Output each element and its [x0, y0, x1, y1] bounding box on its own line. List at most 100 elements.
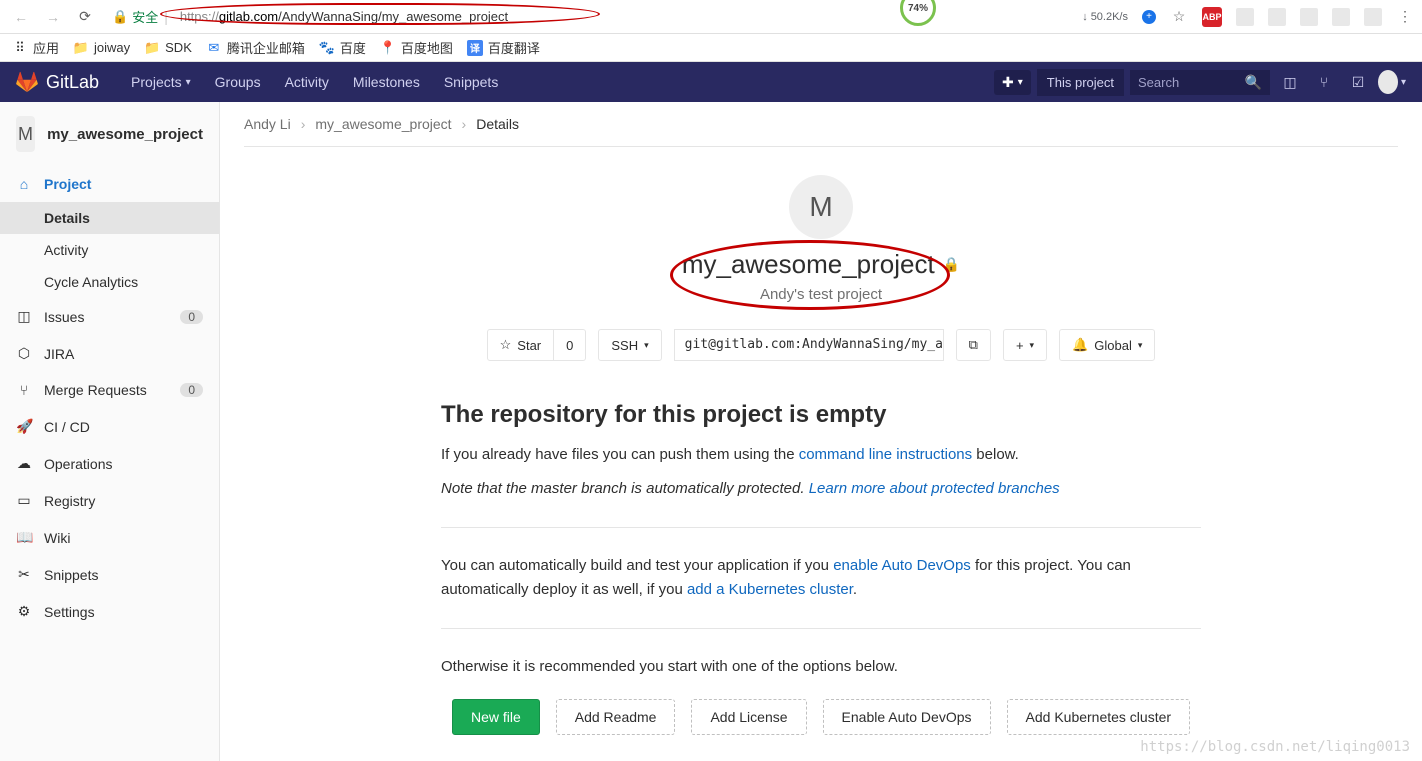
bookmark-apps[interactable]: ⠿应用	[12, 38, 59, 57]
paw-icon: 🐾	[319, 40, 335, 56]
nav-activity[interactable]: Activity	[273, 62, 341, 102]
sidebar-item-wiki[interactable]: 📖Wiki	[0, 519, 219, 556]
extension-icon[interactable]	[1236, 8, 1254, 26]
clone-url-input[interactable]: git@gitlab.com:AndyWannaSing/my_aw	[674, 329, 944, 361]
todos-icon[interactable]: ☑	[1344, 68, 1372, 96]
star-button[interactable]: ☆Star	[487, 329, 555, 361]
bookmark-joiway[interactable]: 📁joiway	[73, 40, 130, 56]
folder-icon: 📁	[144, 40, 160, 56]
browser-forward-button[interactable]: →	[40, 4, 66, 30]
bookmark-baidu-translate[interactable]: 译百度翻译	[467, 38, 540, 57]
sidebar-sub-cycle-analytics[interactable]: Cycle Analytics	[0, 266, 219, 298]
search-input[interactable]	[1138, 75, 1245, 90]
nav-groups[interactable]: Groups	[203, 62, 273, 102]
sidebar-sub-activity[interactable]: Activity	[0, 234, 219, 266]
apps-icon: ⠿	[12, 40, 28, 56]
breadcrumb-current: Details	[476, 116, 519, 132]
translate-icon: 译	[467, 40, 483, 56]
bookmark-star-icon[interactable]: ☆	[1170, 8, 1188, 26]
copy-url-button[interactable]: ⧉	[956, 329, 991, 361]
project-title: my_awesome_project 🔒	[682, 249, 960, 280]
add-dropdown-button[interactable]: + ▾	[1003, 329, 1047, 361]
gitlab-logo[interactable]: GitLab	[16, 71, 99, 93]
sidebar-item-settings[interactable]: ⚙Settings	[0, 593, 219, 630]
secure-indicator: 🔒 安全	[112, 7, 158, 26]
nav-milestones[interactable]: Milestones	[341, 62, 432, 102]
bookmark-baidu[interactable]: 🐾百度	[319, 38, 366, 57]
merge-requests-icon[interactable]: ⑂	[1310, 68, 1338, 96]
quick-actions: New file Add Readme Add License Enable A…	[441, 699, 1201, 735]
protected-branches-link[interactable]: Learn more about protected branches	[809, 480, 1060, 497]
main-content: Andy Li › my_awesome_project › Details M…	[220, 102, 1422, 761]
add-readme-button[interactable]: Add Readme	[556, 699, 676, 735]
breadcrumb-user[interactable]: Andy Li	[244, 116, 291, 132]
gitlab-navbar: GitLab Projects ▾ Groups Activity Milest…	[0, 62, 1422, 102]
project-avatar-letter: M	[16, 116, 35, 152]
bell-icon: 🔔	[1072, 337, 1088, 353]
star-icon: ☆	[500, 337, 512, 353]
pin-icon: 📍	[380, 40, 396, 56]
browser-url[interactable]: https://gitlab.com/AndyWannaSing/my_awes…	[180, 9, 508, 24]
notification-dropdown[interactable]: 🔔Global ▾	[1059, 329, 1155, 361]
mail-icon: ✉	[206, 40, 222, 56]
sidebar-project-name: my_awesome_project	[47, 126, 203, 143]
sidebar-item-operations[interactable]: ☁Operations	[0, 445, 219, 482]
bookmark-baidu-map[interactable]: 📍百度地图	[380, 38, 453, 57]
empty-repo-p3: You can automatically build and test you…	[441, 554, 1201, 602]
add-k8s-cluster-button[interactable]: Add Kubernetes cluster	[1007, 699, 1191, 735]
browser-address-bar: ← → ⟳ 🔒 安全 | https://gitlab.com/AndyWann…	[0, 0, 1422, 34]
sidebar-item-issues[interactable]: ◫Issues0	[0, 298, 219, 335]
chevron-down-icon: ▾	[186, 77, 191, 88]
search-scope-select[interactable]: This project	[1037, 69, 1124, 96]
extension-icon[interactable]	[1268, 8, 1286, 26]
enable-auto-devops-button[interactable]: Enable Auto DevOps	[823, 699, 991, 735]
bookmark-mail[interactable]: ✉腾讯企业邮箱	[206, 38, 305, 57]
gitlab-logo-icon	[16, 71, 38, 93]
user-menu[interactable]: ▾	[1378, 68, 1406, 96]
breadcrumb-project[interactable]: my_awesome_project	[315, 116, 451, 132]
enable-auto-devops-link[interactable]: enable Auto DevOps	[833, 557, 971, 574]
browser-back-button[interactable]: ←	[8, 4, 34, 30]
sidebar-item-merge-requests[interactable]: ⑂Merge Requests0	[0, 372, 219, 408]
sidebar-sub-details[interactable]: Details	[0, 202, 219, 234]
chrome-menu-icon[interactable]: ⋮	[1396, 8, 1414, 26]
extension-icon[interactable]	[1300, 8, 1318, 26]
add-k8s-cluster-link[interactable]: add a Kubernetes cluster	[687, 581, 853, 598]
cli-instructions-link[interactable]: command line instructions	[799, 446, 972, 463]
clone-protocol-dropdown[interactable]: SSH ▾	[598, 329, 661, 361]
sidebar-item-registry[interactable]: ▭Registry	[0, 482, 219, 519]
abp-extension-icon[interactable]: ABP	[1202, 7, 1222, 27]
avatar	[1378, 70, 1398, 94]
new-dropdown[interactable]: ✚▾	[994, 70, 1031, 95]
chevron-down-icon: ▾	[1401, 77, 1406, 88]
add-license-button[interactable]: Add License	[691, 699, 806, 735]
divider	[441, 628, 1201, 629]
extension-icon[interactable]	[1364, 8, 1382, 26]
bookmark-sdk[interactable]: 📁SDK	[144, 40, 192, 56]
sidebar-item-cicd[interactable]: 🚀CI / CD	[0, 408, 219, 445]
browser-reload-button[interactable]: ⟳	[72, 4, 98, 30]
jira-icon: ⬡	[16, 345, 32, 362]
new-file-button[interactable]: New file	[452, 699, 540, 735]
nav-projects[interactable]: Projects ▾	[119, 62, 203, 102]
folder-icon: 📁	[73, 40, 89, 56]
nav-snippets[interactable]: Snippets	[432, 62, 510, 102]
issues-icon: ◫	[16, 308, 32, 325]
empty-repo-p1: If you already have files you can push t…	[441, 443, 1201, 467]
sidebar-item-jira[interactable]: ⬡JIRA	[0, 335, 219, 372]
extension-progress-badge: 74%	[900, 0, 936, 26]
breadcrumb: Andy Li › my_awesome_project › Details	[244, 102, 1398, 147]
project-description: Andy's test project	[244, 286, 1398, 303]
bookmarks-bar: ⠿应用 📁joiway 📁SDK ✉腾讯企业邮箱 🐾百度 📍百度地图 译百度翻译	[0, 34, 1422, 62]
chevron-down-icon: ▾	[1018, 77, 1023, 88]
sidebar-item-snippets[interactable]: ✂Snippets	[0, 556, 219, 593]
issues-icon[interactable]: ◫	[1276, 68, 1304, 96]
search-box[interactable]: 🔍	[1130, 70, 1270, 95]
divider	[441, 527, 1201, 528]
lock-icon: 🔒	[112, 9, 128, 25]
project-avatar: M	[789, 175, 853, 239]
rocket-icon: 🚀	[16, 418, 32, 435]
extension-icon[interactable]	[1332, 8, 1350, 26]
sidebar-item-project[interactable]: ⌂Project	[0, 166, 219, 202]
sidebar-project-header[interactable]: M my_awesome_project	[0, 102, 219, 166]
